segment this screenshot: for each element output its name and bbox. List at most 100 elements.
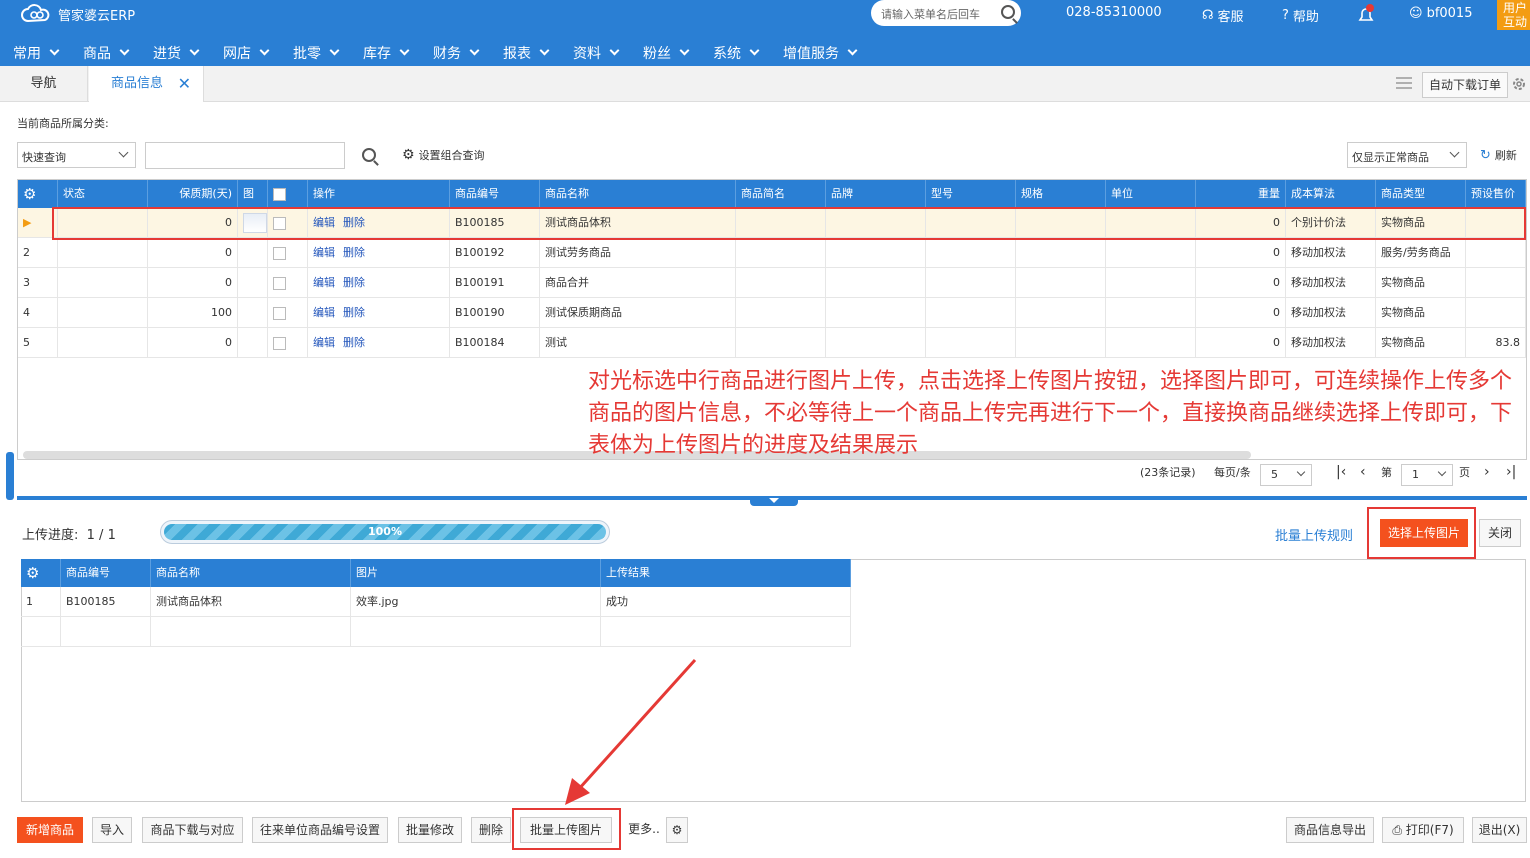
cell-short [736, 328, 826, 358]
cell-code: B100190 [450, 298, 540, 328]
page-select[interactable]: 1 [1401, 464, 1453, 486]
import-button[interactable]: 导入 [92, 817, 132, 843]
edit-link[interactable]: 编辑 [313, 336, 335, 349]
batch-upload-rule-link[interactable]: 批量上传规则 [1275, 525, 1353, 544]
column-header[interactable]: 图 [238, 180, 268, 208]
column-header[interactable]: 商品名称 [540, 180, 736, 208]
page-value: 1 [1412, 468, 1419, 481]
column-header[interactable]: 商品简名 [736, 180, 826, 208]
delete-link[interactable]: 删除 [343, 306, 365, 319]
menu-item-2[interactable]: 进货 [153, 36, 200, 66]
column-header[interactable]: 重量 [1196, 180, 1286, 208]
splitter-toggle-button[interactable] [750, 496, 798, 506]
table-row[interactable]: 3 0 编辑 删除 B100191 商品合并 0 移动加权法 实物商品 [18, 268, 1526, 298]
menu-item-10[interactable]: 系统 [713, 36, 760, 66]
menu-item-1[interactable]: 商品 [83, 36, 130, 66]
search-icon[interactable] [1001, 5, 1015, 19]
table-row[interactable]: 2 0 编辑 删除 B100192 测试劳务商品 0 移动加权法 服务/劳务商品 [18, 238, 1526, 268]
user-account[interactable]: ☺ bf0015 [1409, 6, 1472, 21]
app-name: 管家婆云ERP [58, 8, 136, 24]
upload-table-row[interactable] [21, 617, 851, 647]
column-header[interactable]: 规格 [1016, 180, 1106, 208]
batch-edit-button[interactable]: 批量修改 [398, 817, 462, 843]
column-header[interactable]: 保质期(天) [148, 180, 238, 208]
last-page-button[interactable]: ›| [1506, 464, 1516, 480]
select-all-checkbox[interactable] [273, 187, 286, 201]
new-product-button[interactable]: 新增商品 [17, 817, 83, 843]
help-link[interactable]: ? 帮助 [1282, 6, 1319, 25]
cell-shelf: 0 [148, 268, 238, 298]
chevron-down-icon [609, 45, 620, 56]
column-header[interactable]: 商品编号 [450, 180, 540, 208]
export-button[interactable]: 商品信息导出 [1286, 817, 1374, 843]
tab-product-info[interactable]: 商品信息 ✕ [89, 66, 204, 102]
delete-link[interactable]: 删除 [343, 336, 365, 349]
row-checkbox[interactable] [273, 336, 286, 350]
menu-item-6[interactable]: 财务 [433, 36, 480, 66]
first-page-button[interactable]: |‹ [1336, 464, 1346, 480]
chevron-down-icon [679, 45, 690, 56]
next-page-button[interactable]: › [1484, 464, 1490, 480]
menu-item-8[interactable]: 资料 [573, 36, 620, 66]
filter-select[interactable]: 仅显示正常商品 [1347, 142, 1467, 168]
service-link[interactable]: ☊ 客服 [1202, 6, 1244, 25]
row-checkbox[interactable] [273, 306, 286, 320]
menu-item-0[interactable]: 常用 [13, 36, 60, 66]
column-header[interactable]: 品牌 [826, 180, 926, 208]
column-header[interactable]: 单位 [1106, 180, 1196, 208]
table-row[interactable]: 5 0 编辑 删除 B100184 测试 0 移动加权法 实物商品 83.8 [18, 328, 1526, 358]
app-logo[interactable]: 管家婆云ERP [20, 4, 135, 24]
quick-query-select[interactable]: 快速查询 [17, 142, 136, 168]
cell-weight: 0 [1196, 238, 1286, 268]
close-tab-icon[interactable]: ✕ [178, 66, 191, 102]
column-header[interactable]: 成本算法 [1286, 180, 1376, 208]
menu-item-7[interactable]: 报表 [503, 36, 550, 66]
delete-link[interactable]: 删除 [343, 246, 365, 259]
auto-download-button[interactable]: 自动下载订单 [1422, 72, 1508, 98]
menu-item-9[interactable]: 粉丝 [643, 36, 690, 66]
edit-link[interactable]: 编辑 [313, 306, 335, 319]
combo-query-button[interactable]: ⚙ 设置组合查询 [402, 147, 485, 163]
tab-navigation[interactable]: 导航 [0, 66, 88, 102]
column-header[interactable]: 状态 [58, 180, 148, 208]
gear-icon[interactable]: ⚙ [666, 817, 688, 843]
delete-link[interactable]: 删除 [343, 276, 365, 289]
column-header[interactable]: 商品类型 [1376, 180, 1466, 208]
upload-grid-gear-icon[interactable]: ⚙ [21, 559, 61, 587]
column-header[interactable]: 操作 [308, 180, 450, 208]
row-checkbox[interactable] [273, 276, 286, 290]
list-icon[interactable] [1396, 76, 1412, 90]
download-match-button[interactable]: 商品下载与对应 [142, 817, 243, 843]
more-button[interactable]: 更多.. [624, 817, 664, 843]
menu-item-3[interactable]: 网店 [223, 36, 270, 66]
per-page-select[interactable]: 5 [1260, 464, 1312, 486]
table-row[interactable]: 4 100 编辑 删除 B100190 测试保质期商品 0 移动加权法 实物商品 [18, 298, 1526, 328]
bell-icon[interactable] [1355, 4, 1377, 26]
edit-link[interactable]: 编辑 [313, 276, 335, 289]
prev-page-button[interactable]: ‹ [1360, 464, 1366, 480]
menu-item-4[interactable]: 批零 [293, 36, 340, 66]
query-input[interactable] [145, 142, 345, 169]
cell-img [238, 328, 268, 358]
print-button[interactable]: ⎙ 打印(F7) [1382, 817, 1464, 843]
gear-icon[interactable] [1511, 76, 1527, 92]
column-header[interactable]: 预设售价 [1466, 180, 1526, 208]
partner-code-setting-button[interactable]: 往来单位商品编号设置 [252, 817, 388, 843]
user-interact-button[interactable]: 用户互动 [1497, 0, 1530, 30]
cell-shelf: 100 [148, 298, 238, 328]
refresh-button[interactable]: ↻ 刷新 [1480, 147, 1517, 163]
menu-item-11[interactable]: 增值服务 [783, 36, 858, 66]
menu-search-input[interactable]: 请输入菜单名后回车 [871, 0, 1021, 26]
row-checkbox[interactable] [273, 246, 286, 260]
delete-button[interactable]: 删除 [471, 817, 511, 843]
column-header[interactable]: 型号 [926, 180, 1016, 208]
close-button[interactable]: 关闭 [1479, 519, 1521, 547]
edit-link[interactable]: 编辑 [313, 246, 335, 259]
menu-item-5[interactable]: 库存 [363, 36, 410, 66]
exit-button[interactable]: 退出(X) [1472, 817, 1527, 843]
upload-table-row[interactable]: 1 B100185 测试商品体积 效率.jpg 成功 [21, 587, 851, 617]
grid-settings-gear-icon[interactable]: ⚙ [18, 180, 58, 208]
search-icon[interactable] [362, 148, 376, 162]
side-collapse-handle[interactable] [6, 452, 14, 500]
column-header[interactable] [268, 180, 308, 208]
